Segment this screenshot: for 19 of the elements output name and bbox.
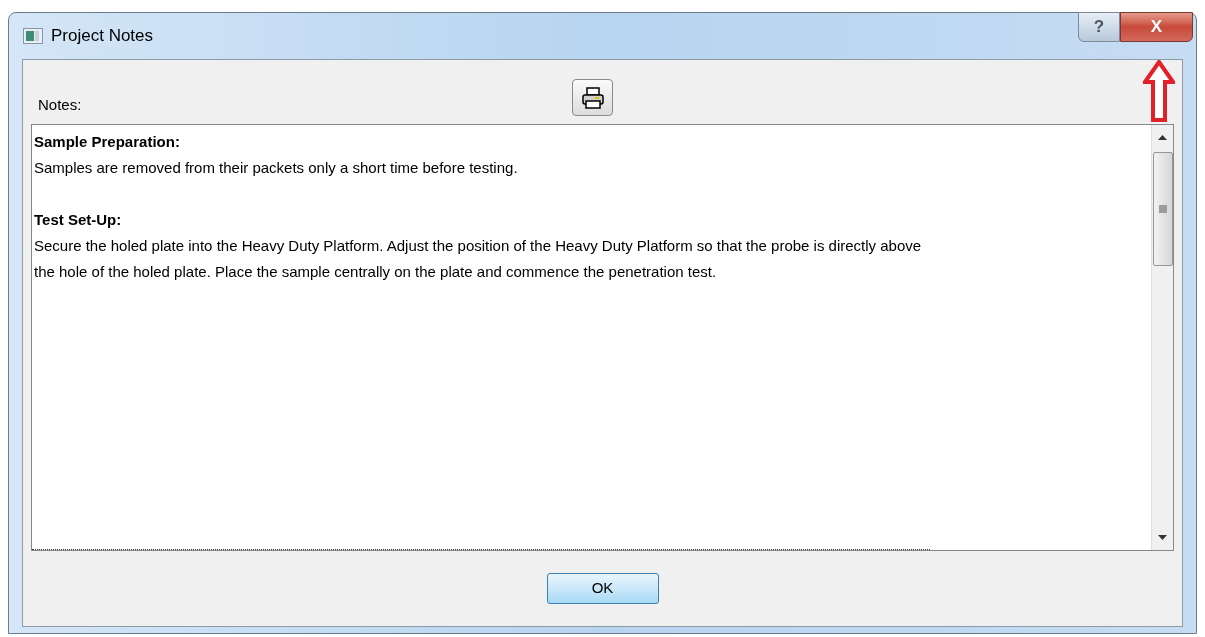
ok-button[interactable]: OK <box>546 573 659 604</box>
print-button[interactable] <box>572 79 613 116</box>
grip-icon <box>1158 205 1167 213</box>
section-heading: Test Set-Up: <box>34 210 123 230</box>
vertical-scrollbar[interactable] <box>1151 125 1173 550</box>
window-title: Project Notes <box>51 25 154 48</box>
scroll-up-icon[interactable] <box>1158 135 1167 140</box>
help-button[interactable]: ? <box>1078 12 1120 42</box>
notes-text-area[interactable] <box>31 124 1174 551</box>
app-icon <box>23 28 43 44</box>
notes-label: Notes: <box>37 94 82 115</box>
printer-icon <box>580 86 605 109</box>
scrollbar-thumb[interactable] <box>1152 152 1173 266</box>
section-text: Samples are removed from their packets only a short time before testing. <box>34 158 519 178</box>
close-button[interactable]: X <box>1120 12 1193 42</box>
section-text: Secure the holed plate into the Heavy Duty Platform. Adjust the position of the Heavy Duty Platform so that the probe is directly above the hole of the holed plate. Place the sample centrally on the plate and commence the penetration test. <box>34 236 923 282</box>
section-heading: Sample Preparation: <box>34 132 181 152</box>
scroll-down-icon[interactable] <box>1158 535 1167 540</box>
arrow-drawing <box>1143 60 1175 122</box>
